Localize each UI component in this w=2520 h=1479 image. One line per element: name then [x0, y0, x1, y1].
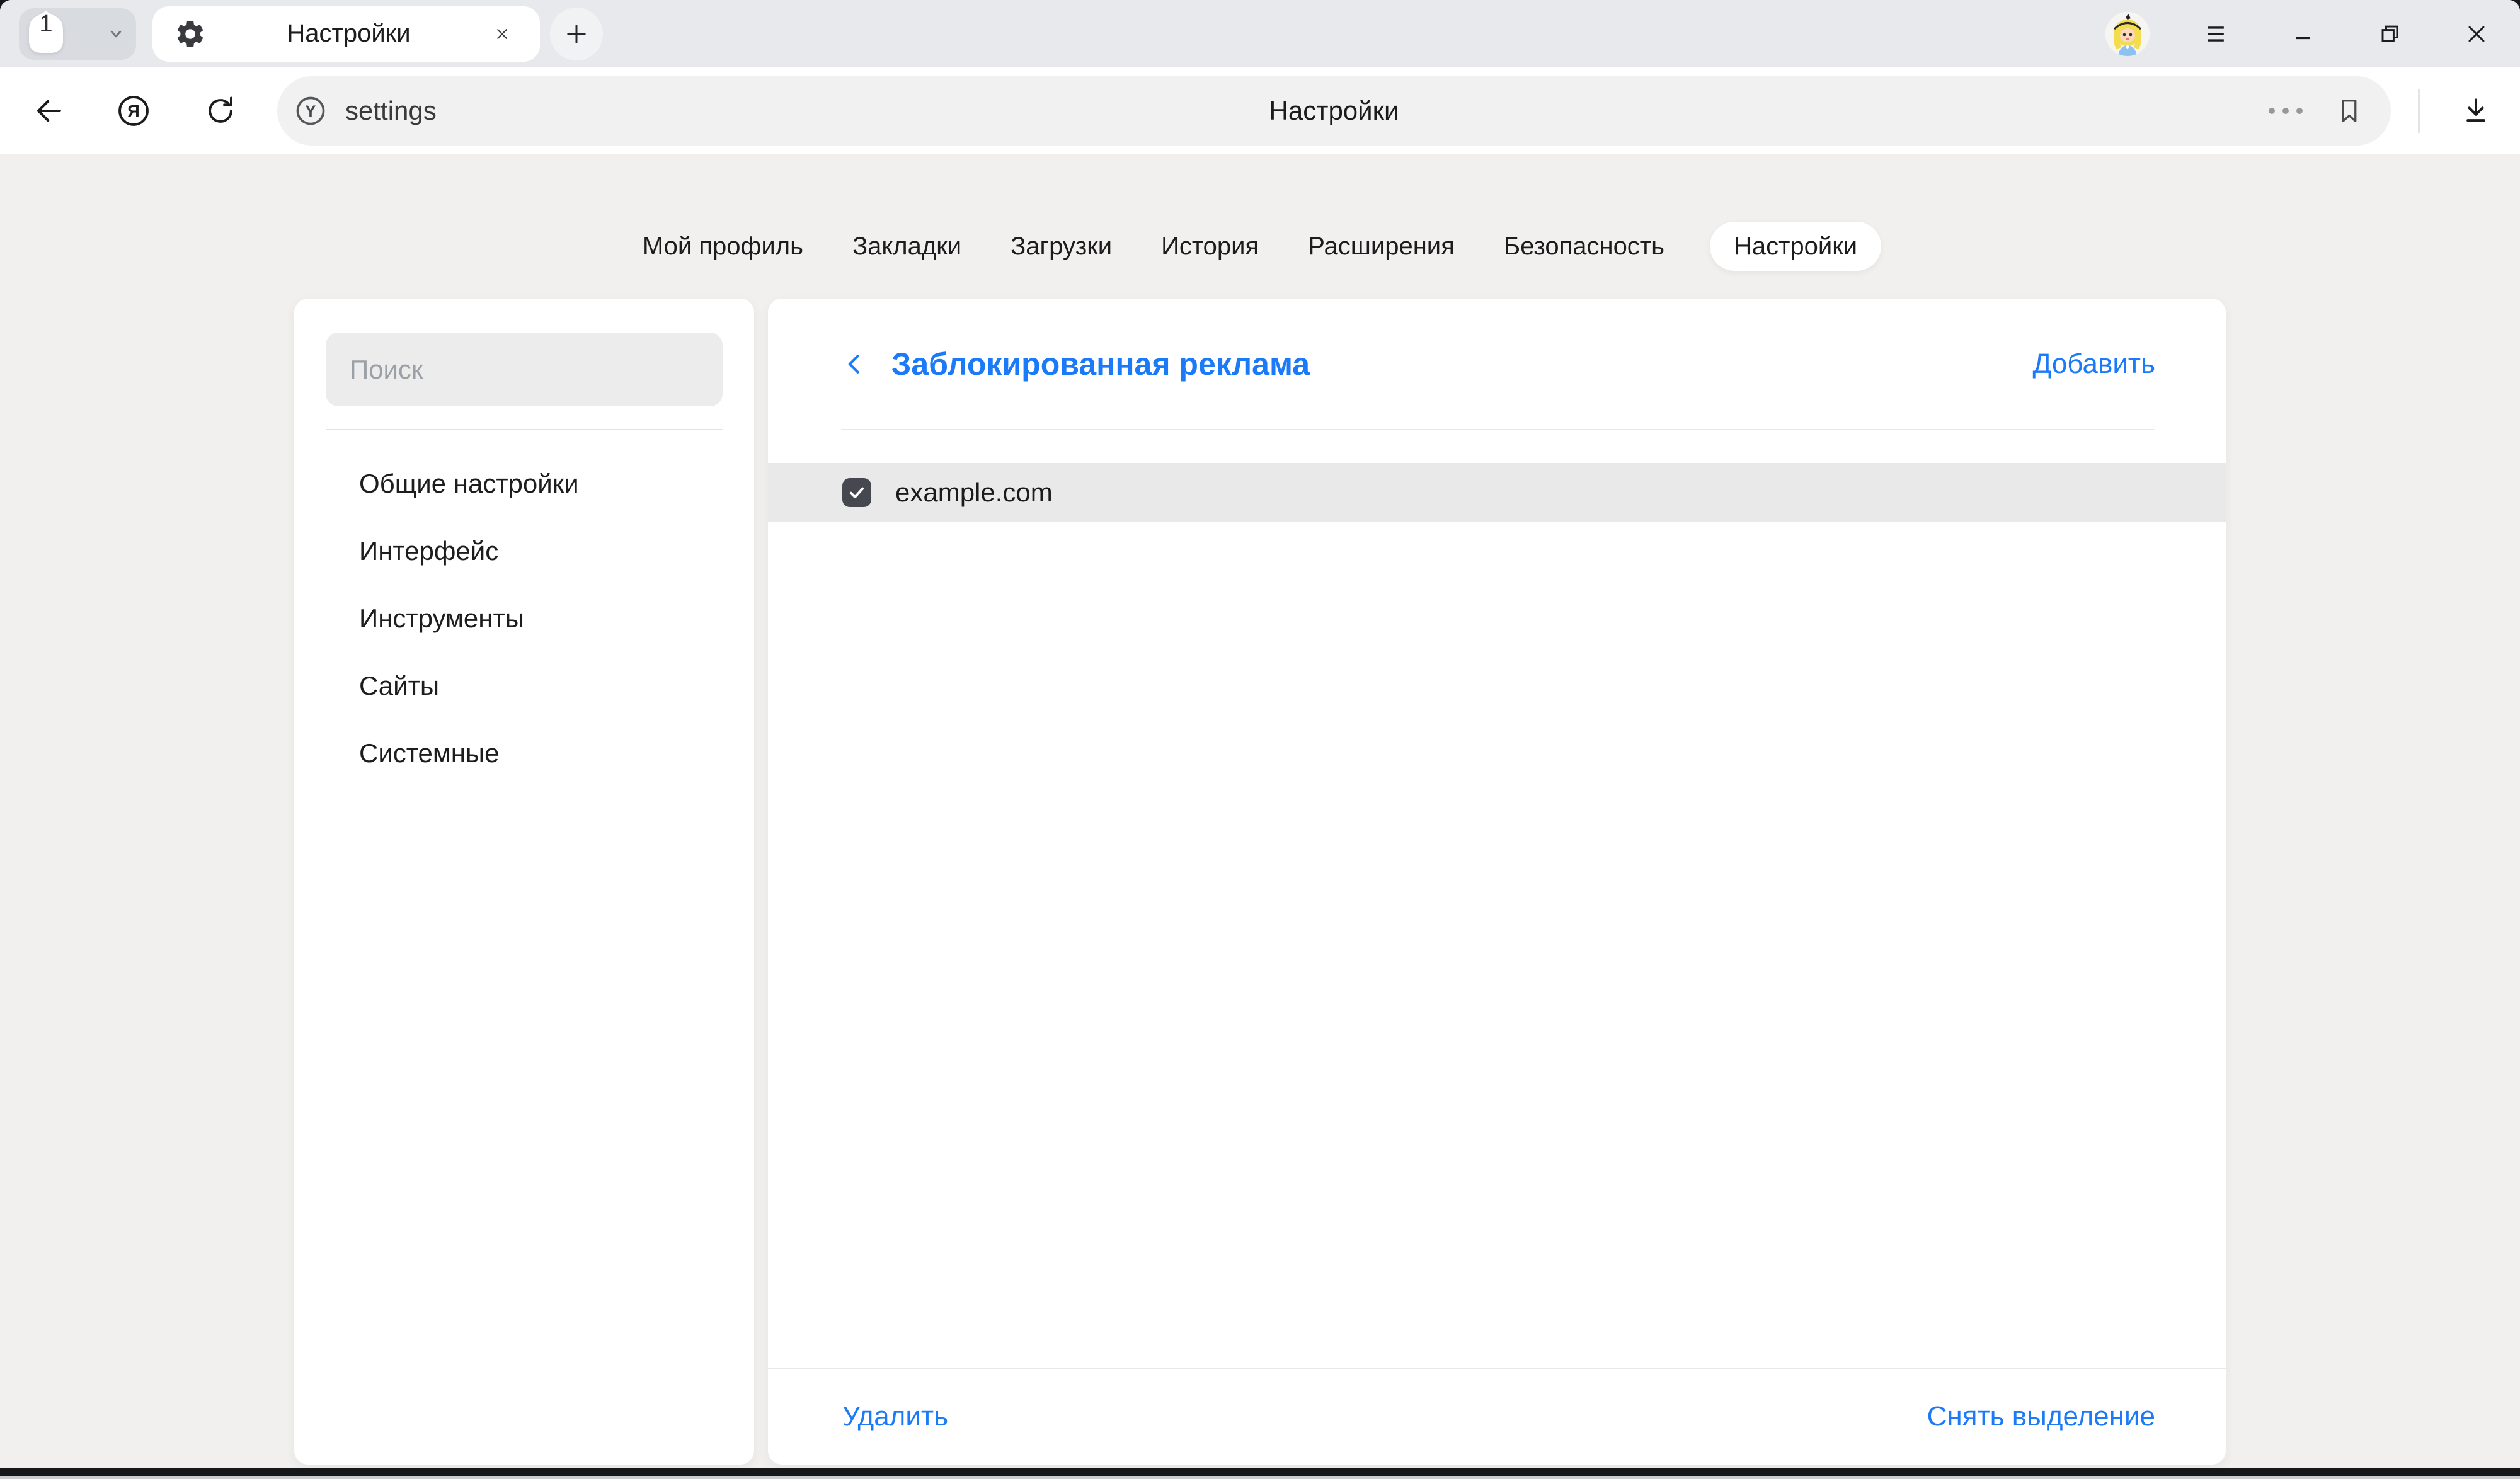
new-tab-button[interactable] — [550, 8, 603, 60]
bookmark-button[interactable] — [2333, 94, 2366, 127]
tab-downloads[interactable]: Загрузки — [1007, 222, 1116, 271]
checkmark-icon — [846, 482, 868, 503]
yandex-logo-icon: Я — [114, 91, 153, 130]
browser-menu-button[interactable] — [2172, 0, 2259, 67]
tab-bookmarks[interactable]: Закладки — [849, 222, 965, 271]
panel-back-button[interactable] — [841, 350, 869, 378]
bookmark-icon — [2333, 94, 2366, 127]
search-engine-badge-icon: Y — [292, 93, 329, 129]
overflow-dots-icon — [2264, 102, 2308, 120]
blocked-ads-list: example.com — [768, 430, 2226, 1368]
back-button[interactable] — [26, 86, 68, 136]
sidebar-item-system[interactable]: Системные — [326, 719, 723, 787]
address-more-button[interactable] — [2264, 102, 2308, 120]
close-window-button[interactable] — [2433, 0, 2520, 67]
minimize-icon — [2289, 20, 2317, 48]
chevron-down-icon — [105, 23, 127, 45]
delete-button[interactable]: Удалить — [842, 1401, 948, 1432]
window-bottom-edge — [0, 1476, 2520, 1479]
tab-counter-badge[interactable]: 1 — [18, 6, 74, 62]
tab-security[interactable]: Безопасность — [1500, 222, 1668, 271]
tab-list-button[interactable] — [105, 8, 127, 60]
address-bar[interactable]: Y settings Настройки — [277, 76, 2391, 146]
refresh-button[interactable] — [200, 86, 241, 136]
address-page-title: Настройки — [1269, 96, 1399, 126]
panel-footer: Удалить Снять выделение — [768, 1369, 2226, 1465]
close-icon — [2463, 20, 2490, 48]
browser-toolbar: Я Y settings Настройки — [0, 67, 2520, 154]
address-query-text[interactable]: settings — [345, 96, 437, 126]
sidebar-item-general[interactable]: Общие настройки — [326, 450, 723, 517]
tab-group-control[interactable]: 1 — [19, 8, 136, 60]
sidebar-items: Общие настройки Интерфейс Инструменты Са… — [326, 450, 723, 787]
close-icon — [491, 23, 513, 45]
deselect-button[interactable]: Снять выделение — [1927, 1401, 2155, 1432]
panel-title: Заблокированная реклама — [891, 346, 1310, 382]
restore-button[interactable] — [2346, 0, 2433, 67]
settings-nav-tabs: Мой профиль Закладки Загрузки История Ра… — [0, 222, 2520, 271]
settings-sidebar: Общие настройки Интерфейс Инструменты Са… — [294, 299, 754, 1465]
sidebar-divider — [326, 429, 723, 430]
yandex-home-button[interactable]: Я — [113, 86, 154, 136]
downloads-button[interactable] — [2455, 86, 2497, 136]
avatar-girl-illustration — [2105, 12, 2150, 56]
panel-header: Заблокированная реклама Добавить — [768, 299, 2226, 429]
restore-window-icon — [2376, 20, 2403, 48]
blocked-ads-panel: Заблокированная реклама Добавить example… — [768, 299, 2226, 1465]
tab-close-button[interactable] — [491, 23, 513, 45]
sidebar-item-sites[interactable]: Сайты — [326, 652, 723, 719]
tab-history[interactable]: История — [1157, 222, 1263, 271]
tab-counter: 1 — [18, 11, 74, 38]
svg-text:Я: Я — [127, 101, 140, 121]
download-icon — [2458, 93, 2494, 128]
chevron-left-icon — [841, 350, 869, 378]
browser-tab-settings[interactable]: Настройки — [152, 6, 540, 62]
tab-bar: 1 Настройки — [0, 0, 2520, 67]
blocked-domain: example.com — [895, 477, 1053, 508]
tab-title: Настройки — [207, 20, 491, 48]
plus-icon — [563, 21, 590, 47]
tab-settings[interactable]: Настройки — [1710, 222, 1881, 271]
add-button[interactable]: Добавить — [2033, 348, 2155, 380]
svg-text:Y: Y — [306, 103, 316, 120]
profile-avatar[interactable] — [2105, 12, 2150, 56]
sidebar-search-input[interactable] — [326, 333, 723, 406]
tab-my-profile[interactable]: Мой профиль — [639, 222, 807, 271]
sidebar-item-tools[interactable]: Инструменты — [326, 585, 723, 652]
settings-page: Мой профиль Закладки Загрузки История Ра… — [0, 154, 2520, 1468]
sidebar-item-interface[interactable]: Интерфейс — [326, 517, 723, 585]
toolbar-divider — [2418, 89, 2420, 133]
list-item[interactable]: example.com — [768, 463, 2226, 522]
gear-icon — [174, 18, 207, 50]
hamburger-menu-icon — [2202, 20, 2230, 48]
tab-extensions[interactable]: Расширения — [1304, 222, 1458, 271]
refresh-icon — [202, 93, 239, 129]
back-arrow-icon — [30, 93, 65, 128]
browser-window: 1 Настройки — [0, 0, 2520, 1468]
minimize-button[interactable] — [2259, 0, 2346, 67]
row-checkbox[interactable] — [842, 478, 871, 507]
